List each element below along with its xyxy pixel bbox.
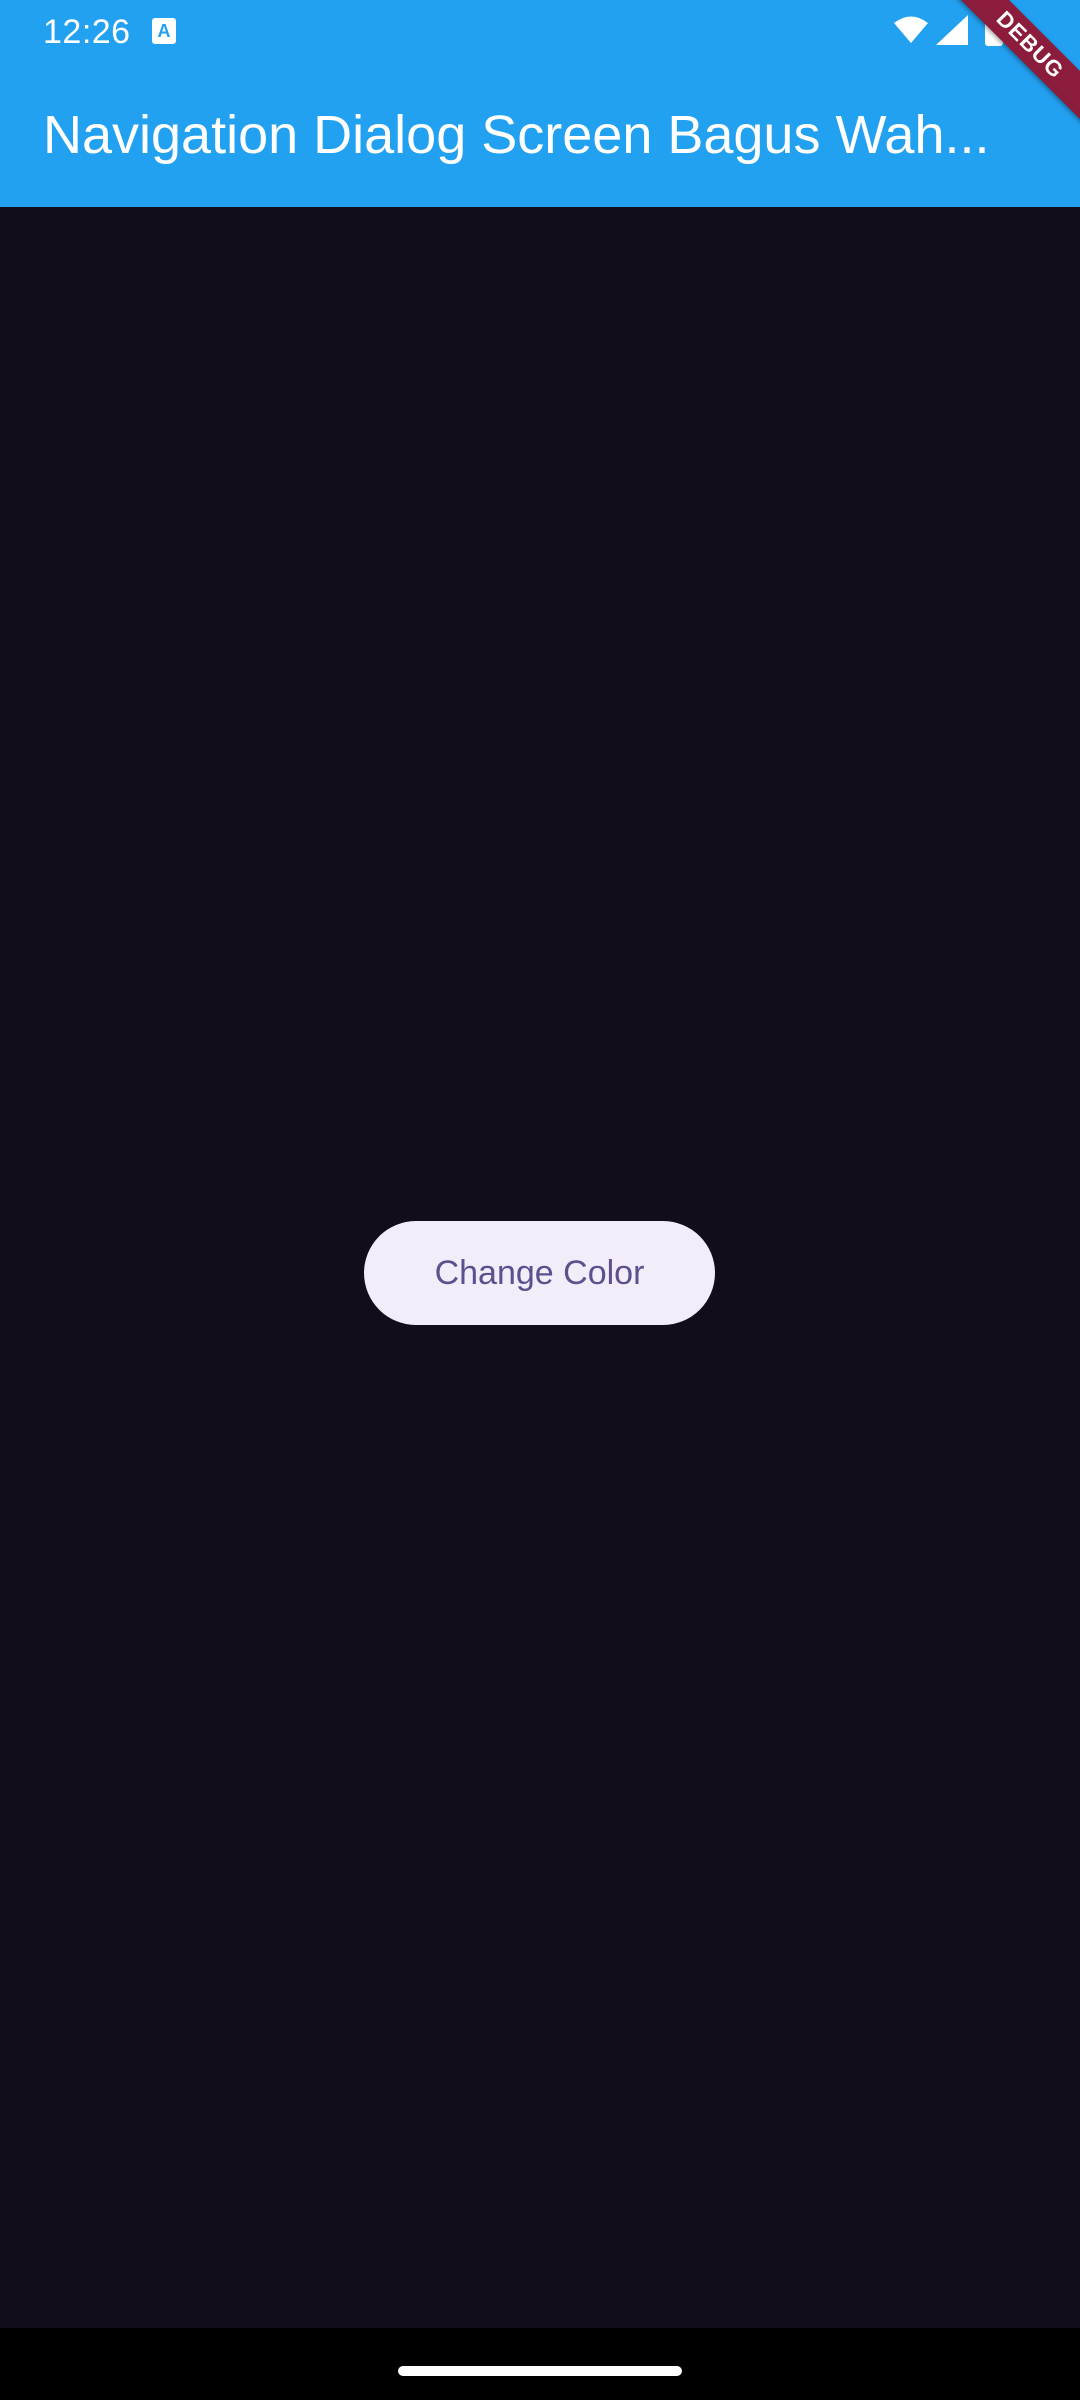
gesture-handle[interactable] [398, 2366, 682, 2376]
change-color-button[interactable]: Change Color [364, 1221, 715, 1325]
app-screen: 12:26 A Navigation Dialog Screen Bagus W… [0, 0, 1080, 2400]
app-bar-title: Navigation Dialog Screen Bagus Wah... [43, 105, 990, 165]
signal-icon [936, 15, 968, 45]
status-bar: 12:26 A [0, 0, 1080, 64]
app-bar: 12:26 A Navigation Dialog Screen Bagus W… [0, 0, 1080, 207]
notification-icon: A [152, 18, 176, 44]
battery-icon [985, 12, 1003, 46]
system-navigation-bar [0, 2328, 1080, 2400]
wifi-icon [894, 16, 928, 43]
status-time: 12:26 [43, 13, 131, 51]
